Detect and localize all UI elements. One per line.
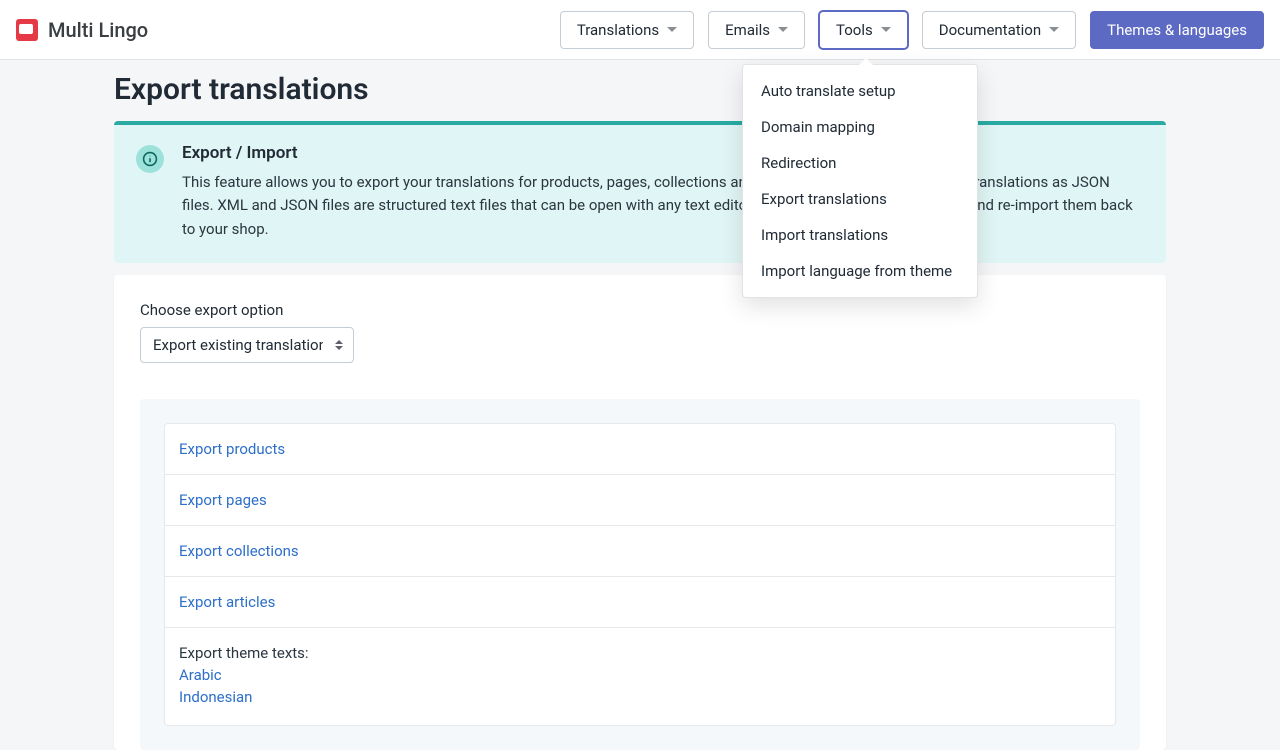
banner-body: This feature allows you to export your t… bbox=[182, 171, 1144, 241]
export-panel: Export products Export pages Export coll… bbox=[140, 399, 1140, 750]
nav-themes-languages[interactable]: Themes & languages bbox=[1090, 11, 1264, 49]
export-card: Choose export option Export existing tra… bbox=[114, 275, 1166, 750]
nav-translations-label: Translations bbox=[577, 21, 659, 39]
info-icon bbox=[136, 145, 164, 173]
export-option-select[interactable]: Export existing translations bbox=[140, 327, 354, 363]
caret-down-icon bbox=[881, 27, 891, 32]
export-row-collections: Export collections bbox=[165, 526, 1115, 577]
banner-title: Export / Import bbox=[182, 143, 1144, 163]
export-row-pages: Export pages bbox=[165, 475, 1115, 526]
theme-texts-label: Export theme texts: bbox=[179, 644, 1101, 662]
nav-themes-label: Themes & languages bbox=[1107, 21, 1247, 39]
brand-logo-icon bbox=[16, 19, 38, 41]
nav-translations[interactable]: Translations bbox=[560, 11, 694, 49]
dropdown-auto-translate-setup[interactable]: Auto translate setup bbox=[743, 73, 977, 109]
caret-down-icon bbox=[1049, 27, 1059, 32]
export-articles-link[interactable]: Export articles bbox=[179, 593, 275, 611]
dropdown-import-language-from-theme[interactable]: Import language from theme bbox=[743, 253, 977, 289]
nav-emails[interactable]: Emails bbox=[708, 11, 805, 49]
main-nav: Translations Emails Tools Documentation … bbox=[560, 11, 1264, 49]
export-pages-link[interactable]: Export pages bbox=[179, 491, 267, 509]
nav-tools-label: Tools bbox=[836, 21, 873, 39]
page-content: Export translations Export / Import This… bbox=[0, 60, 1280, 750]
export-row-theme-texts: Export theme texts: Arabic Indonesian bbox=[165, 628, 1115, 725]
brand-name: Multi Lingo bbox=[48, 18, 148, 42]
nav-emails-label: Emails bbox=[725, 21, 770, 39]
select-caret-icon bbox=[335, 340, 343, 350]
export-products-link[interactable]: Export products bbox=[179, 440, 285, 458]
dropdown-domain-mapping[interactable]: Domain mapping bbox=[743, 109, 977, 145]
dropdown-export-translations[interactable]: Export translations bbox=[743, 181, 977, 217]
select-value: Export existing translations bbox=[153, 336, 323, 354]
tools-dropdown: Auto translate setup Domain mapping Redi… bbox=[742, 64, 978, 298]
page-title: Export translations bbox=[114, 72, 1166, 107]
nav-documentation-label: Documentation bbox=[939, 21, 1041, 39]
choose-export-label: Choose export option bbox=[140, 301, 1140, 319]
theme-lang-arabic[interactable]: Arabic bbox=[179, 664, 1101, 687]
nav-documentation[interactable]: Documentation bbox=[922, 11, 1076, 49]
export-row-articles: Export articles bbox=[165, 577, 1115, 628]
brand: Multi Lingo bbox=[16, 18, 148, 42]
caret-down-icon bbox=[778, 27, 788, 32]
export-list: Export products Export pages Export coll… bbox=[164, 423, 1116, 726]
export-collections-link[interactable]: Export collections bbox=[179, 542, 299, 560]
banner-content: Export / Import This feature allows you … bbox=[182, 143, 1144, 241]
nav-tools[interactable]: Tools bbox=[819, 11, 908, 49]
topbar: Multi Lingo Translations Emails Tools Do… bbox=[0, 0, 1280, 60]
info-banner: Export / Import This feature allows you … bbox=[114, 121, 1166, 263]
dropdown-import-translations[interactable]: Import translations bbox=[743, 217, 977, 253]
export-row-products: Export products bbox=[165, 424, 1115, 475]
caret-down-icon bbox=[667, 27, 677, 32]
dropdown-redirection[interactable]: Redirection bbox=[743, 145, 977, 181]
theme-lang-indonesian[interactable]: Indonesian bbox=[179, 686, 1101, 709]
